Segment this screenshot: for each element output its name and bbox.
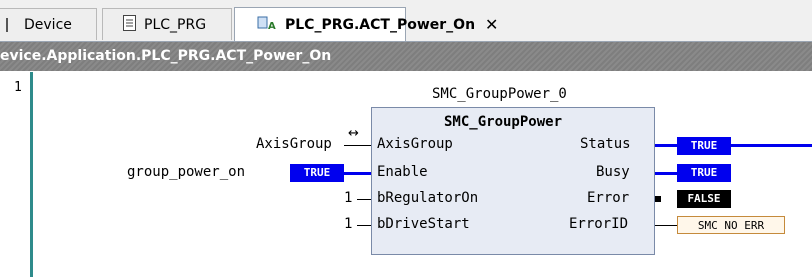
wire-bregulatoron [357,199,371,200]
value-badge-errorid: SMC NO ERR [677,216,785,234]
wire-status [655,144,677,147]
line-number: 1 [14,80,22,95]
device-icon [6,17,14,32]
bidirectional-connector-icon: ↔ [348,126,359,141]
var-axisgroup[interactable]: AxisGroup [256,136,332,152]
gutter-rail [30,72,33,277]
object-path-bar: evice.Application.PLC_PRG.ACT_Power_On [0,42,812,71]
var-group-power-on[interactable]: group_power_on [127,164,245,180]
wire-status-continued [731,144,812,147]
svg-text:A: A [268,21,276,31]
wire-errorid [655,225,677,226]
tab-active-label: PLC_PRG.ACT_Power_On [285,16,476,33]
tab-device[interactable]: Device [0,8,97,40]
pin-enable: Enable [377,164,428,180]
tab-plc-prg-label: PLC_PRG [144,16,207,33]
wire-axisgroup [344,145,371,146]
wire-busy [655,172,677,175]
document-icon [123,14,136,35]
tab-plc-prg[interactable]: PLC_PRG [102,8,232,40]
wire-enable [344,172,371,175]
action-icon: A [257,15,277,35]
pin-bregulatoron: bRegulatorOn [377,190,479,206]
pin-errorid: ErrorID [569,216,629,232]
value-badge-busy: TRUE [677,164,731,182]
object-path: evice.Application.PLC_PRG.ACT_Power_On [0,48,332,64]
pin-axisgroup: AxisGroup [377,136,453,152]
value-badge-status: TRUE [677,137,731,155]
close-icon[interactable]: ✕ [485,15,498,34]
pin-busy: Busy [596,164,630,180]
pin-status: Status [580,136,631,152]
wire-error [655,196,661,202]
pin-error: Error [587,190,630,206]
value-badge-enable: TRUE [290,164,344,182]
value-badge-error: FALSE [677,190,731,208]
const-bregulatoron[interactable]: 1 [344,190,352,206]
editor-tab-strip: Device PLC_PRG A PLC_PRG.ACT_Power_On ✕ [0,0,812,42]
pin-bdrivestart: bDriveStart [377,216,470,232]
wire-bdrivestart [357,225,371,226]
fb-instance-name[interactable]: SMC_GroupPower_0 [432,86,567,102]
const-bdrivestart[interactable]: 1 [344,216,352,232]
line-gutter [0,72,30,277]
tab-plc-prg-act-power-on[interactable]: A PLC_PRG.ACT_Power_On ✕ [234,7,498,41]
fb-type-name: SMC_GroupPower [444,114,563,130]
tab-device-label: Device [24,16,72,33]
